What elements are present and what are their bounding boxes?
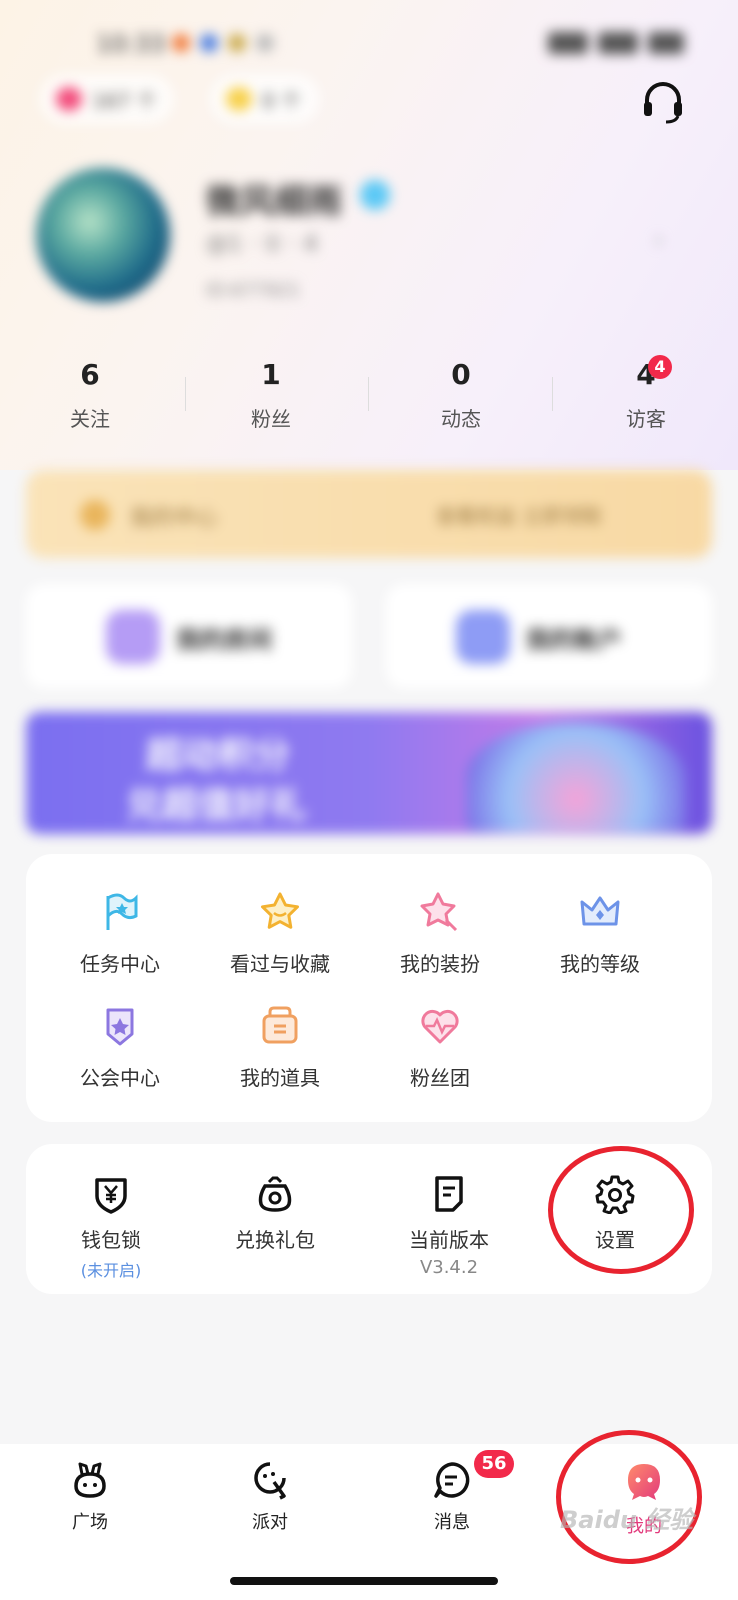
member-center-title: 我的中心 <box>130 506 219 531</box>
my-room-label: 我的房间 <box>176 626 272 654</box>
visitor-badge: 4 <box>648 355 672 379</box>
stat-fans-label: 粉丝 <box>251 407 291 431</box>
status-notification-icons <box>172 34 274 52</box>
profile-mascot-icon <box>628 1464 660 1500</box>
redeem-gift-label: 兑换礼包 <box>235 1228 315 1252</box>
stat-posts-label: 动态 <box>441 407 481 431</box>
profile-stats: 6 关注 1 粉丝 0 动态 4 访客 4 <box>0 355 738 445</box>
hearts-pill[interactable]: 167 个 <box>40 74 174 124</box>
coins-pill[interactable]: 0 个 <box>210 74 320 124</box>
stat-following-count: 6 <box>80 358 100 391</box>
feature-grid: 任务中心 看过与收藏 我的装扮 我的等级 公会中心 我的道具 粉丝团 <box>26 854 712 1122</box>
gear-icon <box>595 1175 635 1214</box>
wallet-lock-button[interactable]: 钱包锁 (未开启) <box>26 1174 196 1281</box>
stat-visitors-label: 访客 <box>626 407 666 431</box>
stat-visitors[interactable]: 4 访客 <box>576 355 716 432</box>
wallet-lock-status: (未开启) <box>80 1261 142 1280</box>
status-bar: 10:33 <box>0 24 738 64</box>
stat-divider <box>552 377 553 411</box>
my-room-card[interactable]: 我的房间 <box>26 584 352 688</box>
star-icon <box>261 892 299 929</box>
redeem-gift-button[interactable]: 兑换礼包 <box>190 1174 360 1253</box>
nav-party[interactable]: 派对 <box>210 1460 330 1534</box>
avatar[interactable] <box>36 168 170 302</box>
nav-label: 消息 <box>434 1512 470 1533</box>
gift-bag-icon <box>258 1176 292 1212</box>
grid-item-tasks[interactable]: 任务中心 <box>40 890 200 977</box>
account-icon <box>456 610 510 664</box>
status-time: 10:33 <box>96 30 166 58</box>
verified-icon <box>360 180 390 210</box>
version-label: 当前版本 <box>409 1228 489 1252</box>
heart-pulse-icon <box>421 1009 459 1044</box>
watermark: Baidu 经验 <box>560 1506 694 1534</box>
profile-nickname[interactable]: 微风细雨 <box>206 174 342 223</box>
nav-square[interactable]: 广场 <box>30 1460 150 1534</box>
my-account-label: 我的账户 <box>526 626 622 654</box>
grid-label: 任务中心 <box>80 952 160 976</box>
grid-label: 我的道具 <box>240 1066 320 1090</box>
stat-posts-count: 0 <box>451 358 471 391</box>
flag-icon <box>106 893 138 930</box>
promo-title-line1: 超动积分 <box>146 735 291 776</box>
status-system-icons <box>548 32 684 54</box>
promo-illustration <box>466 722 686 832</box>
stat-divider <box>368 377 369 411</box>
shield-yen-icon <box>95 1178 127 1214</box>
props-icon <box>262 1006 298 1044</box>
coins-count: 0 个 <box>262 88 302 113</box>
stat-fans-count: 1 <box>261 358 281 391</box>
grid-item-props[interactable]: 我的道具 <box>200 1004 360 1091</box>
grid-label: 看过与收藏 <box>230 952 330 976</box>
profile-id: ID:677921 <box>206 280 300 301</box>
grid-label: 公会中心 <box>80 1066 160 1090</box>
grid-item-dress-up[interactable]: 我的装扮 <box>360 890 520 977</box>
nav-label: 广场 <box>72 1512 108 1533</box>
grid-label: 粉丝团 <box>410 1066 470 1090</box>
room-icon <box>106 610 160 664</box>
profile-subline: @1 · ① · 4 <box>206 232 318 257</box>
promo-title-line2: 兑超值好礼 <box>126 785 307 826</box>
promo-banner[interactable]: 超动积分 兑超值好礼 <box>26 712 712 834</box>
grid-label: 我的等级 <box>560 952 640 976</box>
hearts-count: 167 个 <box>92 88 157 113</box>
grid-label: 我的装扮 <box>400 952 480 976</box>
grid-item-level[interactable]: 我的等级 <box>520 890 680 977</box>
version-value: V3.4.2 <box>419 1257 479 1278</box>
tools-row: 钱包锁 (未开启) 兑换礼包 当前版本 V3.4.2 设置 <box>26 1144 712 1294</box>
nav-label: 派对 <box>252 1512 288 1533</box>
stat-following[interactable]: 6 关注 <box>20 355 160 432</box>
member-center-banner[interactable]: 我的中心 查看权益 立即领取 <box>26 470 712 558</box>
stat-posts[interactable]: 0 动态 <box>391 355 531 432</box>
settings-button[interactable]: 设置 <box>530 1174 700 1253</box>
customer-service-icon[interactable] <box>640 80 686 124</box>
document-icon <box>435 1176 463 1212</box>
grid-item-favorites[interactable]: 看过与收藏 <box>200 890 360 977</box>
grid-item-guild[interactable]: 公会中心 <box>40 1004 200 1091</box>
stat-fans[interactable]: 1 粉丝 <box>201 355 341 432</box>
message-icon <box>434 1462 470 1498</box>
party-icon <box>254 1462 286 1500</box>
stat-following-label: 关注 <box>70 407 110 431</box>
crown-icon <box>580 896 620 926</box>
version-button[interactable]: 当前版本 V3.4.2 <box>364 1174 534 1278</box>
member-center-cta: 查看权益 立即领取 <box>436 504 603 528</box>
dress-up-icon <box>420 892 458 932</box>
guild-icon <box>106 1008 134 1046</box>
settings-label: 设置 <box>595 1228 635 1252</box>
messages-badge: 56 <box>474 1450 514 1478</box>
home-indicator[interactable] <box>230 1577 498 1585</box>
coin-icon <box>226 87 252 111</box>
stat-visitors-count: 4 <box>636 358 656 391</box>
rabbit-icon <box>74 1462 106 1498</box>
stat-divider <box>185 377 186 411</box>
heart-icon <box>56 87 82 111</box>
wallet-lock-label: 钱包锁 <box>81 1228 141 1252</box>
my-account-card[interactable]: 我的账户 <box>386 584 712 688</box>
grid-item-fan-club[interactable]: 粉丝团 <box>360 1004 520 1091</box>
chevron-right-icon[interactable]: › <box>654 226 670 254</box>
